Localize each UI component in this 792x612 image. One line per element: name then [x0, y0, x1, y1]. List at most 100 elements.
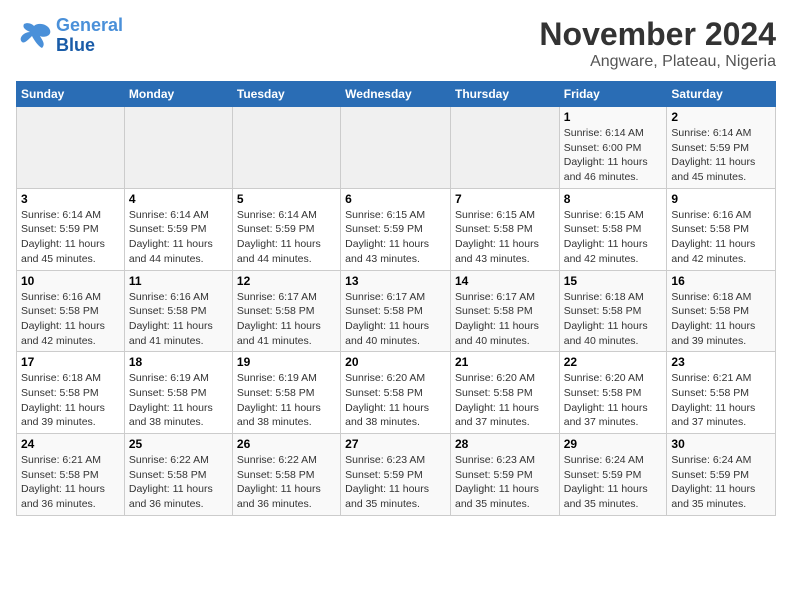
calendar-cell: 3 Sunrise: 6:14 AMSunset: 5:59 PMDaylight… [17, 188, 125, 270]
day-number: 25 [129, 437, 228, 451]
day-number: 28 [455, 437, 555, 451]
day-number: 4 [129, 192, 228, 206]
calendar-cell: 2 Sunrise: 6:14 AMSunset: 5:59 PMDaylight… [667, 107, 776, 189]
day-number: 30 [671, 437, 771, 451]
calendar-cell: 14Sunrise: 6:17 AMSunset: 5:58 PMDayligh… [450, 270, 559, 352]
day-info: Sunrise: 6:14 AMSunset: 5:59 PMDaylight:… [129, 208, 228, 267]
day-info: Sunrise: 6:14 AMSunset: 5:59 PMDaylight:… [21, 208, 120, 267]
weekday-header-friday: Friday [559, 82, 667, 107]
day-number: 12 [237, 274, 336, 288]
calendar-cell: 8 Sunrise: 6:15 AMSunset: 5:58 PMDaylight… [559, 188, 667, 270]
day-info: Sunrise: 6:15 AMSunset: 5:58 PMDaylight:… [564, 208, 663, 267]
weekday-header-tuesday: Tuesday [232, 82, 340, 107]
day-number: 17 [21, 355, 120, 369]
day-info: Sunrise: 6:17 AMSunset: 5:58 PMDaylight:… [345, 290, 446, 349]
calendar-cell: 6 Sunrise: 6:15 AMSunset: 5:59 PMDaylight… [341, 188, 451, 270]
calendar-cell: 21 Sunrise: 6:20 AMSunset: 5:58 PMDayligh… [450, 352, 559, 434]
day-info: Sunrise: 6:22 AMSunset: 5:58 PMDaylight:… [237, 453, 336, 512]
day-number: 5 [237, 192, 336, 206]
calendar-cell: 7Sunrise: 6:15 AMSunset: 5:58 PMDaylight… [450, 188, 559, 270]
calendar-cell: 13 Sunrise: 6:17 AMSunset: 5:58 PMDayligh… [341, 270, 451, 352]
calendar-cell: 30 Sunrise: 6:24 AMSunset: 5:59 PMDayligh… [667, 434, 776, 516]
calendar-cell: 28 Sunrise: 6:23 AMSunset: 5:59 PMDayligh… [450, 434, 559, 516]
day-info: Sunrise: 6:14 AMSunset: 5:59 PMDaylight:… [671, 126, 771, 185]
logo-icon [16, 22, 52, 50]
calendar-cell: 12Sunrise: 6:17 AMSunset: 5:58 PMDayligh… [232, 270, 340, 352]
day-info: Sunrise: 6:15 AMSunset: 5:59 PMDaylight:… [345, 208, 446, 267]
calendar-cell [232, 107, 340, 189]
day-number: 10 [21, 274, 120, 288]
weekday-header-row: SundayMondayTuesdayWednesdayThursdayFrid… [17, 82, 776, 107]
day-info: Sunrise: 6:20 AMSunset: 5:58 PMDaylight:… [455, 371, 555, 430]
calendar-cell: 18 Sunrise: 6:19 AMSunset: 5:58 PMDayligh… [124, 352, 232, 434]
day-info: Sunrise: 6:18 AMSunset: 5:58 PMDaylight:… [564, 290, 663, 349]
calendar-cell: 11Sunrise: 6:16 AMSunset: 5:58 PMDayligh… [124, 270, 232, 352]
weekday-header-wednesday: Wednesday [341, 82, 451, 107]
calendar-cell: 26 Sunrise: 6:22 AMSunset: 5:58 PMDayligh… [232, 434, 340, 516]
calendar-cell [124, 107, 232, 189]
calendar-cell: 4 Sunrise: 6:14 AMSunset: 5:59 PMDaylight… [124, 188, 232, 270]
week-row-5: 24 Sunrise: 6:21 AMSunset: 5:58 PMDayligh… [17, 434, 776, 516]
logo: General Blue [16, 16, 123, 56]
calendar-cell: 22Sunrise: 6:20 AMSunset: 5:58 PMDayligh… [559, 352, 667, 434]
day-info: Sunrise: 6:21 AMSunset: 5:58 PMDaylight:… [21, 453, 120, 512]
calendar-cell [341, 107, 451, 189]
calendar-cell: 24 Sunrise: 6:21 AMSunset: 5:58 PMDayligh… [17, 434, 125, 516]
calendar-header: SundayMondayTuesdayWednesdayThursdayFrid… [17, 82, 776, 107]
day-info: Sunrise: 6:16 AMSunset: 5:58 PMDaylight:… [21, 290, 120, 349]
day-number: 26 [237, 437, 336, 451]
day-number: 6 [345, 192, 446, 206]
day-number: 18 [129, 355, 228, 369]
day-info: Sunrise: 6:19 AMSunset: 5:58 PMDaylight:… [237, 371, 336, 430]
title-block: November 2024 Angware, Plateau, Nigeria [539, 16, 776, 71]
day-number: 9 [671, 192, 771, 206]
day-number: 20 [345, 355, 446, 369]
day-number: 21 [455, 355, 555, 369]
day-number: 13 [345, 274, 446, 288]
day-info: Sunrise: 6:20 AMSunset: 5:58 PMDaylight:… [345, 371, 446, 430]
week-row-4: 17Sunrise: 6:18 AMSunset: 5:58 PMDayligh… [17, 352, 776, 434]
day-number: 1 [564, 110, 663, 124]
day-info: Sunrise: 6:21 AMSunset: 5:58 PMDaylight:… [671, 371, 771, 430]
day-info: Sunrise: 6:24 AMSunset: 5:59 PMDaylight:… [564, 453, 663, 512]
day-number: 27 [345, 437, 446, 451]
calendar-cell: 23Sunrise: 6:21 AMSunset: 5:58 PMDayligh… [667, 352, 776, 434]
week-row-1: 1 Sunrise: 6:14 AMSunset: 6:00 PMDaylight… [17, 107, 776, 189]
calendar-subtitle: Angware, Plateau, Nigeria [539, 53, 776, 71]
day-info: Sunrise: 6:19 AMSunset: 5:58 PMDaylight:… [129, 371, 228, 430]
calendar-cell: 19 Sunrise: 6:19 AMSunset: 5:58 PMDayligh… [232, 352, 340, 434]
day-number: 16 [671, 274, 771, 288]
calendar-cell: 25Sunrise: 6:22 AMSunset: 5:58 PMDayligh… [124, 434, 232, 516]
weekday-header-thursday: Thursday [450, 82, 559, 107]
day-number: 8 [564, 192, 663, 206]
weekday-header-saturday: Saturday [667, 82, 776, 107]
calendar-title: November 2024 [539, 16, 776, 53]
day-info: Sunrise: 6:24 AMSunset: 5:59 PMDaylight:… [671, 453, 771, 512]
day-number: 29 [564, 437, 663, 451]
calendar-cell: 10 Sunrise: 6:16 AMSunset: 5:58 PMDayligh… [17, 270, 125, 352]
calendar-cell: 29 Sunrise: 6:24 AMSunset: 5:59 PMDayligh… [559, 434, 667, 516]
weekday-header-sunday: Sunday [17, 82, 125, 107]
calendar-cell: 20 Sunrise: 6:20 AMSunset: 5:58 PMDayligh… [341, 352, 451, 434]
day-info: Sunrise: 6:14 AMSunset: 6:00 PMDaylight:… [564, 126, 663, 185]
day-info: Sunrise: 6:20 AMSunset: 5:58 PMDaylight:… [564, 371, 663, 430]
day-info: Sunrise: 6:23 AMSunset: 5:59 PMDaylight:… [455, 453, 555, 512]
logo-text: General Blue [56, 16, 123, 56]
day-number: 3 [21, 192, 120, 206]
calendar-cell: 16 Sunrise: 6:18 AMSunset: 5:58 PMDayligh… [667, 270, 776, 352]
day-number: 24 [21, 437, 120, 451]
day-info: Sunrise: 6:23 AMSunset: 5:59 PMDaylight:… [345, 453, 446, 512]
day-number: 15 [564, 274, 663, 288]
day-number: 2 [671, 110, 771, 124]
page-header: General Blue November 2024 Angware, Plat… [16, 16, 776, 71]
day-info: Sunrise: 6:18 AMSunset: 5:58 PMDaylight:… [671, 290, 771, 349]
calendar-cell: 5Sunrise: 6:14 AMSunset: 5:59 PMDaylight… [232, 188, 340, 270]
calendar-cell [17, 107, 125, 189]
weekday-header-monday: Monday [124, 82, 232, 107]
day-number: 19 [237, 355, 336, 369]
day-info: Sunrise: 6:15 AMSunset: 5:58 PMDaylight:… [455, 208, 555, 267]
day-number: 14 [455, 274, 555, 288]
calendar-table: SundayMondayTuesdayWednesdayThursdayFrid… [16, 81, 776, 516]
day-info: Sunrise: 6:16 AMSunset: 5:58 PMDaylight:… [129, 290, 228, 349]
calendar-cell: 15 Sunrise: 6:18 AMSunset: 5:58 PMDayligh… [559, 270, 667, 352]
